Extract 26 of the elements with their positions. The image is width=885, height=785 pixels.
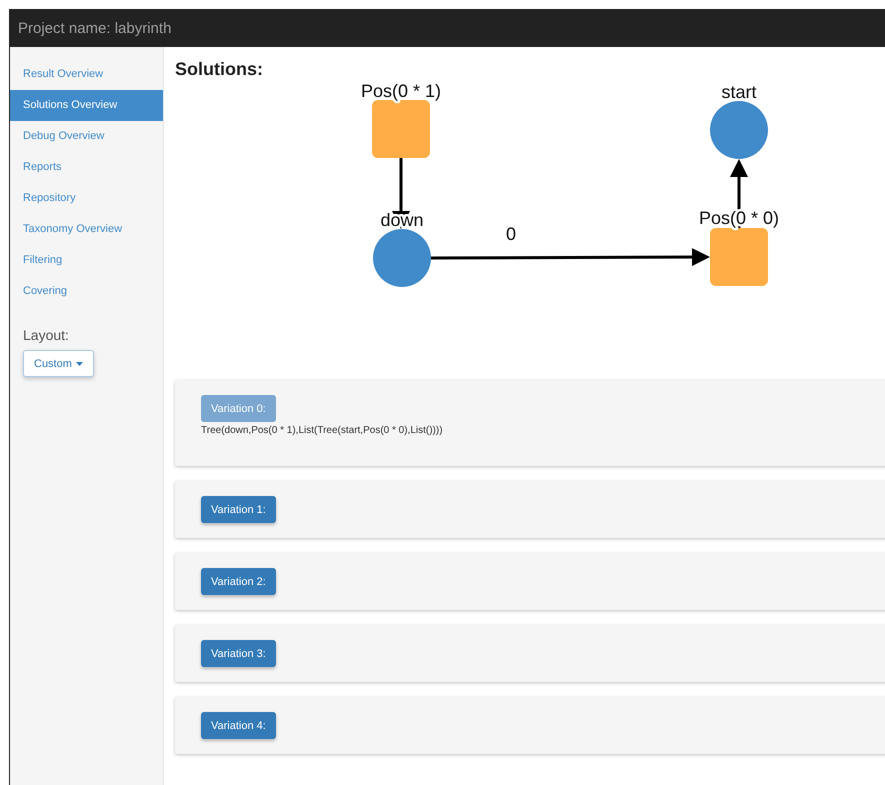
variation-button[interactable]: Variation 0: [201,395,276,422]
graph-node [372,100,430,158]
edge-label: 0 [506,224,516,244]
variation-button[interactable]: Variation 2: [201,568,276,595]
variation-button[interactable]: Variation 3: [201,640,276,667]
variation-button[interactable]: Variation 4: [201,712,276,739]
sidebar-item[interactable]: Covering [10,276,163,307]
variation-detail: Tree(down,Pos(0 * 1),List(Tree(start,Pos(0 * 0),List()))) [201,425,444,436]
node-label: Pos(0 * 1) [360,81,442,101]
sidebar-item[interactable]: Reports [10,152,163,183]
sidebar-item[interactable]: Repository [10,183,163,214]
layout-label: Layout: [23,327,69,343]
graph-node [710,101,768,159]
graph-node [373,229,431,287]
layout-dropdown[interactable]: Custom [23,350,94,377]
variation-button[interactable]: Variation 1: [201,496,276,523]
sidebar-item[interactable]: Solutions Overview [10,90,163,121]
project-title: Project name: labyrinth [18,20,172,36]
sidebar-item[interactable]: Debug Overview [10,121,163,152]
graph-node [710,228,768,286]
caret-icon [76,362,83,366]
sidebar-item[interactable]: Filtering [10,245,163,276]
sidebar-item[interactable]: Result Overview [10,59,163,90]
sidebar-item[interactable]: Taxonomy Overview [10,214,163,245]
section-heading: Solutions: [175,59,264,80]
node-label: start [722,82,756,102]
